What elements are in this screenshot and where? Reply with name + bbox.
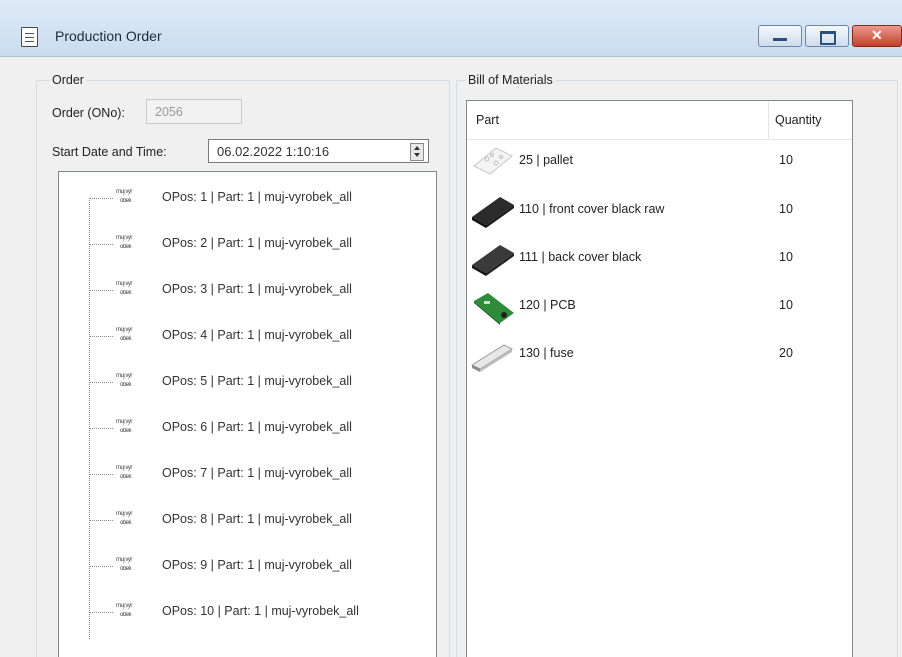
tree-item-opos-6[interactable]: muj výr obek OPos: 6 | Part: 1 | muj-vyro… [59,413,434,443]
tree-item-opos-5[interactable]: muj výr obek OPos: 5 | Part: 1 | muj-vyro… [59,367,434,397]
tree-branch-line [89,244,113,245]
tree-branch-line [89,566,113,567]
bom-row-back-cover[interactable]: 111 | back cover black 10 [467,236,852,280]
tree-branch-line [89,382,113,383]
title-bar[interactable]: Production Order [0,0,902,57]
product-icon: muj výr obek [116,511,132,526]
order-number-label: Order (ONo): [52,106,125,120]
bom-part-name: 25 | pallet [519,153,573,167]
back-cover-icon [472,245,514,276]
column-divider[interactable] [768,101,769,139]
tree-branch-line [89,198,113,199]
tree-item-label: OPos: 8 | Part: 1 | muj-vyrobek_all [162,512,352,526]
minimize-button[interactable] [758,25,802,47]
tree-item-opos-9[interactable]: muj výr obek OPos: 9 | Part: 1 | muj-vyro… [59,551,434,581]
product-icon: muj výr obek [116,419,132,434]
front-cover-icon [472,197,514,228]
tree-item-opos-8[interactable]: muj výr obek OPos: 8 | Part: 1 | muj-vyro… [59,505,434,535]
bom-quantity: 10 [779,250,793,264]
bom-part-name: 111 | back cover black [519,250,642,264]
window-title: Production Order [55,28,162,44]
tree-item-opos-10[interactable]: muj výr obek OPos: 10 | Part: 1 | muj-vyr… [59,597,434,627]
bom-row-fuse[interactable]: 130 | fuse 20 [467,332,852,376]
bom-part-name: 130 | fuse [519,346,574,360]
tree-item-opos-1[interactable]: muj výr obek OPos: 1 | Part: 1 | muj-vyro… [59,183,434,213]
tree-item-opos-4[interactable]: muj výr obek OPos: 4 | Part: 1 | muj-vyro… [59,321,434,351]
bom-quantity: 20 [779,346,793,360]
tree-item-label: OPos: 4 | Part: 1 | muj-vyrobek_all [162,328,352,342]
tree-branch-line [89,290,113,291]
bom-row-pcb[interactable]: 120 | PCB 10 [467,284,852,328]
tree-item-label: OPos: 5 | Part: 1 | muj-vyrobek_all [162,374,352,388]
product-icon: muj výr obek [116,281,132,296]
bom-quantity: 10 [779,153,793,167]
tree-item-opos-2[interactable]: muj výr obek OPos: 2 | Part: 1 | muj-vyro… [59,229,434,259]
tree-item-label: OPos: 10 | Part: 1 | muj-vyrobek_all [162,604,359,618]
product-icon: muj výr obek [116,603,132,618]
bom-list[interactable]: Part Quantity 25 | pallet 10 110 | front… [466,100,853,657]
product-icon: muj výr obek [116,465,132,480]
tree-branch-line [89,612,113,613]
bom-quantity: 10 [779,298,793,312]
production-order-window: Production Order Order Order (ONo): 2056… [0,0,902,657]
order-group-label: Order [50,73,86,87]
fuse-icon [470,344,514,372]
tree-item-label: OPos: 9 | Part: 1 | muj-vyrobek_all [162,558,352,572]
pallet-icon [473,147,513,175]
start-date-label: Start Date and Time: [52,145,167,159]
tree-item-opos-3[interactable]: muj výr obek OPos: 3 | Part: 1 | muj-vyro… [59,275,434,305]
start-date-value: 06.02.2022 1:10:16 [217,144,330,159]
order-number-field: 2056 [146,99,242,124]
column-header-quantity[interactable]: Quantity [775,113,822,127]
tree-item-label: OPos: 1 | Part: 1 | muj-vyrobek_all [162,190,352,204]
document-icon [21,27,38,47]
tree-item-label: OPos: 2 | Part: 1 | muj-vyrobek_all [162,236,352,250]
tree-branch-line [89,474,113,475]
bom-header: Part Quantity [467,101,852,140]
product-icon: muj výr obek [116,235,132,250]
order-positions-tree[interactable]: muj výr obek OPos: 1 | Part: 1 | muj-vyro… [58,171,437,657]
tree-branch-line [89,336,113,337]
tree-branch-line [89,428,113,429]
bom-part-name: 110 | front cover black raw [519,202,665,216]
product-icon: muj výr obek [116,557,132,572]
column-header-part[interactable]: Part [476,113,499,127]
product-icon: muj výr obek [116,327,132,342]
bom-quantity: 10 [779,202,793,216]
tree-item-label: OPos: 6 | Part: 1 | muj-vyrobek_all [162,420,352,434]
product-icon: muj výr obek [116,373,132,388]
tree-branch-line [89,520,113,521]
pcb-icon [474,293,514,325]
tree-item-opos-7[interactable]: muj výr obek OPos: 7 | Part: 1 | muj-vyro… [59,459,434,489]
close-button[interactable] [852,25,902,47]
bom-part-name: 120 | PCB [519,298,576,312]
spin-updown-icon[interactable] [410,143,424,161]
bom-group-label: Bill of Materials [466,73,555,87]
bom-row-front-cover[interactable]: 110 | front cover black raw 10 [467,188,852,232]
tree-item-label: OPos: 3 | Part: 1 | muj-vyrobek_all [162,282,352,296]
maximize-button[interactable] [805,25,849,47]
product-icon: muj výr obek [116,189,132,204]
start-date-picker[interactable]: 06.02.2022 1:10:16 [208,139,429,163]
tree-item-label: OPos: 7 | Part: 1 | muj-vyrobek_all [162,466,352,480]
bom-row-pallet[interactable]: 25 | pallet 10 [467,139,852,183]
